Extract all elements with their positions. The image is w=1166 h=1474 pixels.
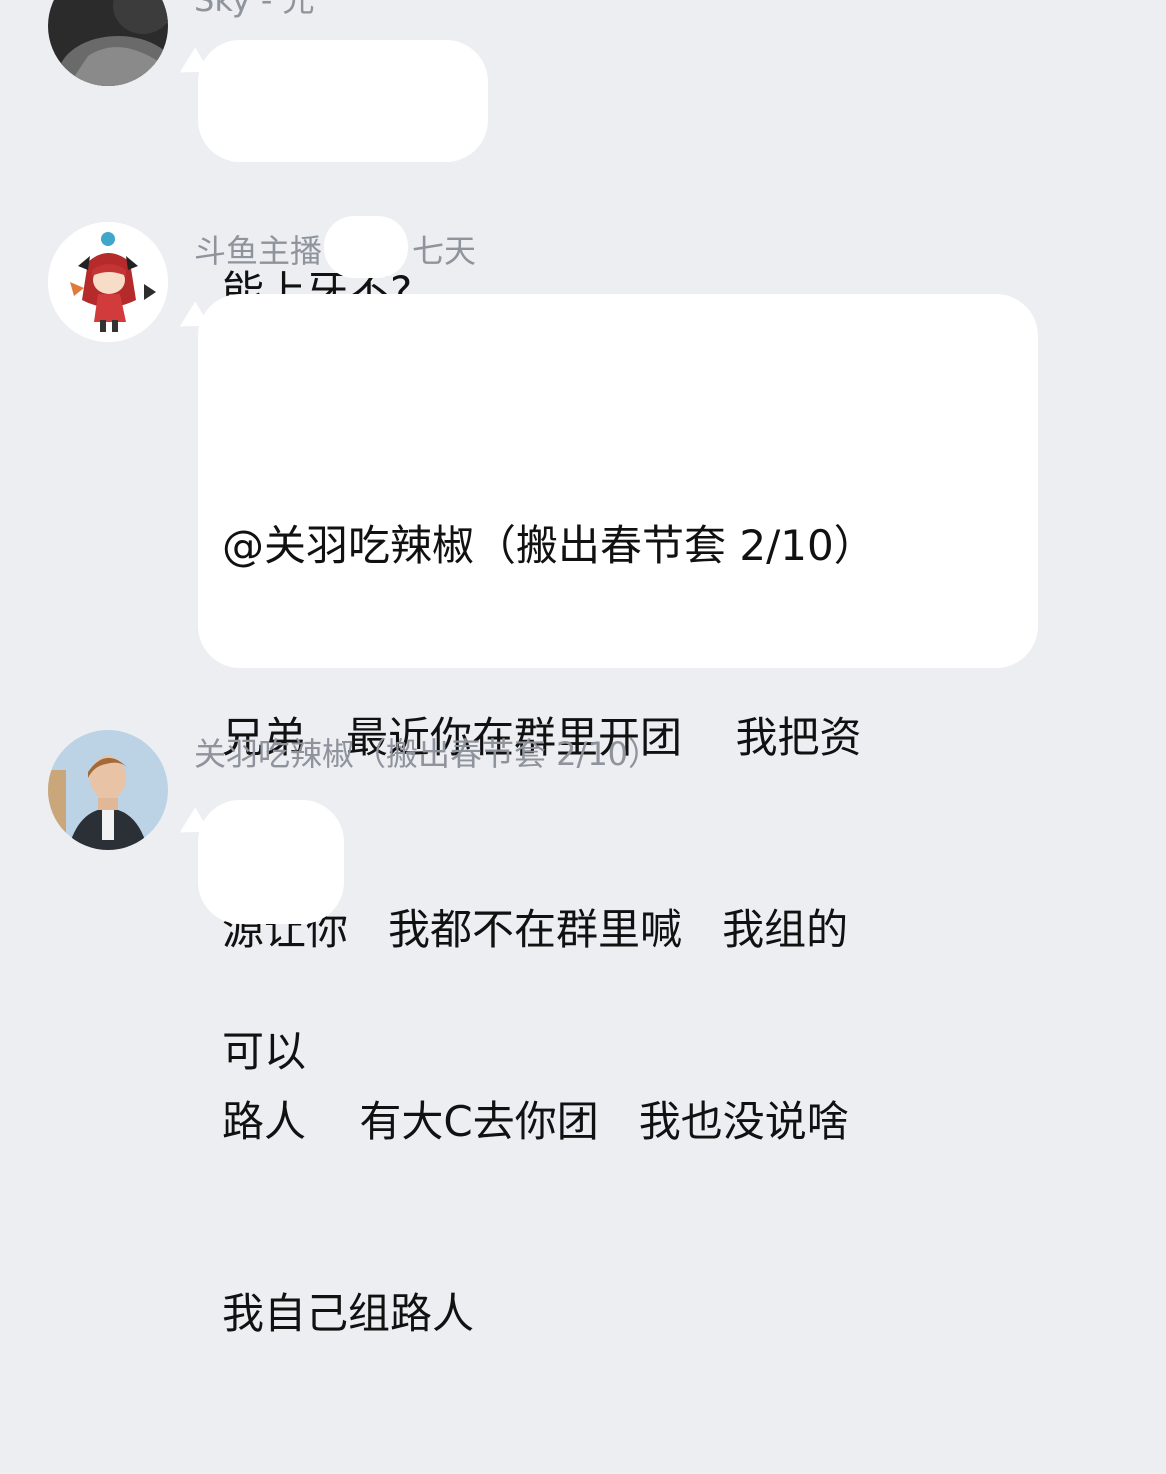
bubble-tail (172, 47, 210, 85)
sender-name: Sky - 兄 (194, 0, 315, 19)
sender-name-prefix: 斗鱼主播 (194, 232, 323, 270)
sender-name: 关羽吃辣椒（搬出春节套 2/10） (194, 735, 661, 773)
bubble-tail (172, 807, 210, 845)
message-text-line: 路人 有大C去你团 我也没说啥 (222, 1097, 849, 1146)
message-bubble[interactable]: 可以 (172, 800, 344, 1076)
message-text-line: 我自己组路人 (222, 1289, 475, 1338)
anime-girl-avatar[interactable] (48, 222, 168, 342)
redaction-mask (324, 216, 409, 278)
sender-name-suffix: 七天 (412, 232, 477, 270)
message-text-line: 源让你 我都不在群里喊 我组的 (222, 905, 849, 954)
message-bubble[interactable]: 能上牙不? (172, 40, 488, 316)
user-avatar-photo-dark[interactable] (48, 0, 168, 86)
chat-message-list[interactable]: Sky - 兄 能上牙不? 斗鱼主播 七天 @关羽吃辣椒（搬出春节套 2/10） … (0, 0, 1166, 1338)
message-bubble[interactable]: @关羽吃辣椒（搬出春节套 2/10） 兄弟 最近你在群里开团 我把资 源让你 我… (172, 294, 1038, 1338)
message-text: 可以 (222, 1027, 307, 1076)
sender-name: 斗鱼主播 七天 (194, 216, 477, 278)
bubble-tail (172, 301, 210, 339)
message-text-line: @关羽吃辣椒（搬出春节套 2/10） (222, 521, 876, 570)
user-avatar-photo-boy[interactable] (48, 730, 168, 850)
